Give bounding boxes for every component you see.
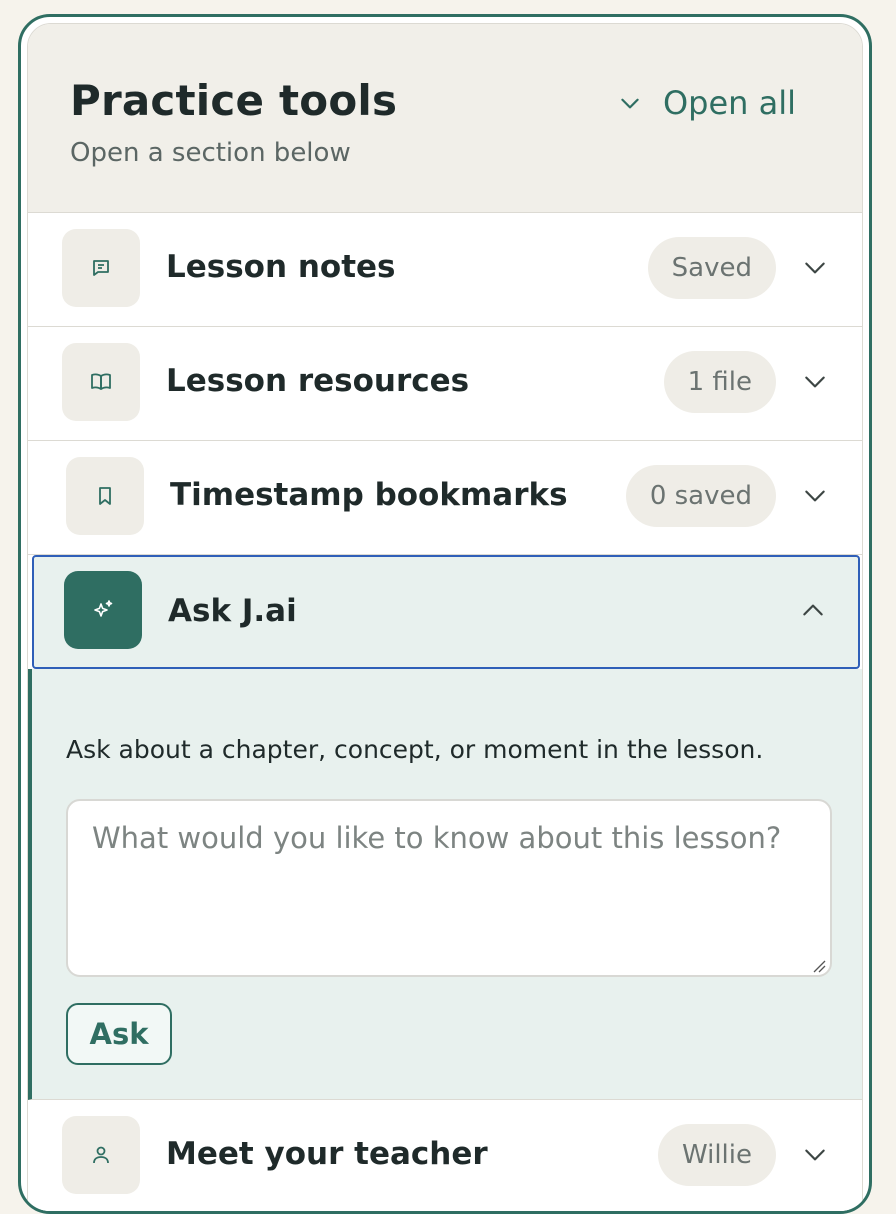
- chevron-down-icon: [805, 262, 825, 274]
- chevron-down-icon: [621, 98, 639, 109]
- section-title: Meet your teacher: [166, 1136, 488, 1172]
- section-ask-jai[interactable]: Ask J.ai: [32, 555, 860, 669]
- panel-subtitle: Open a section below: [70, 138, 351, 168]
- open-all-label: Open all: [662, 84, 796, 122]
- section-lesson-notes[interactable]: Lesson notes Saved: [28, 213, 862, 327]
- sparkle-icon: [64, 571, 142, 649]
- section-title: Lesson notes: [166, 249, 396, 285]
- practice-tools-panel: Practice tools Open a section below Open…: [18, 14, 872, 1214]
- file-count-badge: 1 file: [663, 351, 776, 413]
- bookmark-count-badge: 0 saved: [625, 465, 776, 527]
- panel-header: Practice tools Open a section below Open…: [28, 24, 862, 213]
- note-icon: [62, 229, 140, 307]
- chevron-down-icon: [805, 490, 825, 502]
- ask-button[interactable]: Ask: [66, 1003, 172, 1065]
- status-badge: Saved: [647, 237, 776, 299]
- panel-title: Practice tools: [70, 76, 398, 125]
- resize-handle-icon[interactable]: [812, 959, 826, 973]
- chevron-down-icon: [805, 1149, 825, 1161]
- section-title: Lesson resources: [166, 363, 470, 399]
- practice-tools-card: Practice tools Open a section below Open…: [27, 23, 863, 1211]
- section-title: Ask J.ai: [168, 593, 297, 629]
- section-timestamp-bookmarks[interactable]: Timestamp bookmarks 0 saved: [28, 441, 862, 555]
- section-meet-your-teacher[interactable]: Meet your teacher Willie: [28, 1100, 862, 1211]
- ask-description: Ask about a chapter, concept, or moment …: [66, 735, 764, 764]
- person-icon: [62, 1116, 140, 1194]
- ask-jai-panel: Ask about a chapter, concept, or moment …: [28, 669, 862, 1100]
- chevron-down-icon: [805, 376, 825, 388]
- bookmark-icon: [66, 457, 144, 535]
- ask-question-input[interactable]: [66, 799, 832, 977]
- section-title: Timestamp bookmarks: [170, 477, 568, 513]
- section-lesson-resources[interactable]: Lesson resources 1 file: [28, 327, 862, 441]
- teacher-name-badge: Willie: [657, 1124, 776, 1186]
- open-all-button[interactable]: Open all: [617, 84, 796, 122]
- book-icon: [62, 343, 140, 421]
- chevron-up-icon: [803, 604, 823, 616]
